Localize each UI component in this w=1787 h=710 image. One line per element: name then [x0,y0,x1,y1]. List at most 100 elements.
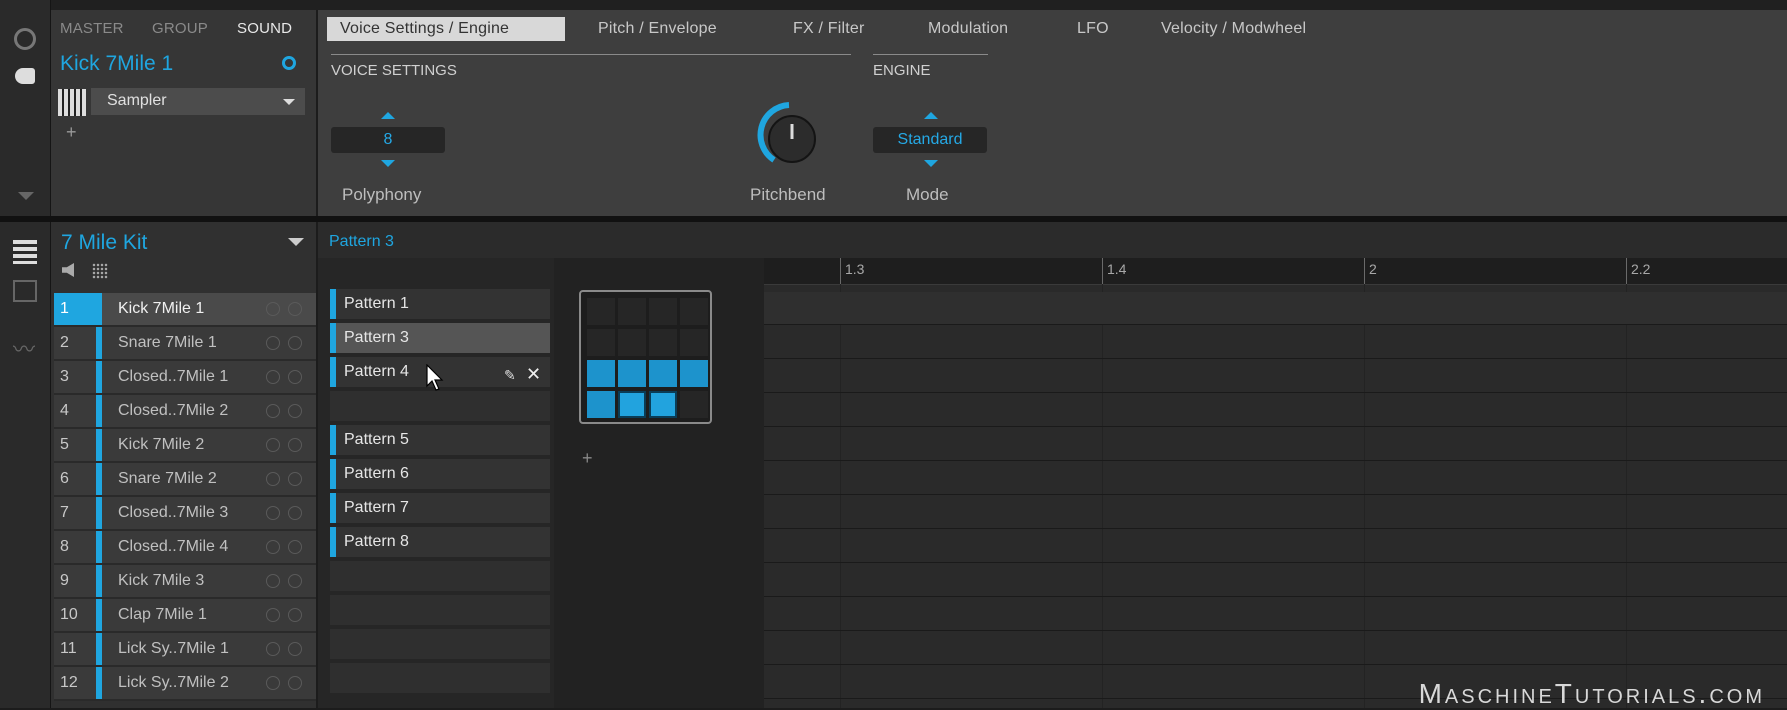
empty-pattern-slot[interactable] [330,595,550,628]
power-icon[interactable] [288,608,302,622]
sound-slot[interactable]: 9 Kick 7Mile 3 [54,565,316,599]
group-menu-chevron-icon[interactable] [288,238,304,246]
tab-master[interactable]: MASTER [60,20,124,37]
pattern-slot[interactable]: Pattern 3 [330,323,550,356]
power-icon[interactable] [288,676,302,690]
group-view-icon[interactable] [13,240,37,264]
pattern-bank-cell[interactable] [587,391,615,418]
empty-pattern-slot[interactable] [330,561,550,594]
pattern-bank-cell[interactable] [587,360,615,387]
pattern-slot[interactable]: Pattern 6 [330,459,550,492]
pattern-bank-cell[interactable] [649,298,677,325]
power-icon[interactable] [288,506,302,520]
sound-slot[interactable]: 10 Clap 7Mile 1 [54,599,316,633]
pattern-bank-cell[interactable] [587,329,615,356]
tab-group[interactable]: GROUP [152,20,208,37]
tab-fx-filter[interactable]: FX / Filter [793,20,865,38]
power-icon[interactable] [288,404,302,418]
tab-modulation[interactable]: Modulation [928,20,1008,38]
power-icon[interactable] [288,302,302,316]
mode-up-arrow[interactable] [924,112,938,119]
browser-icon[interactable] [14,28,36,50]
tab-velocity-modwheel[interactable]: Velocity / Modwheel [1161,20,1306,38]
pattern-bank-cell[interactable] [587,298,615,325]
empty-pattern-slot[interactable] [330,663,550,696]
close-icon[interactable]: ✕ [526,364,541,385]
power-icon[interactable] [288,574,302,588]
collapse-icon[interactable] [18,192,34,200]
polyphony-down-arrow[interactable] [381,160,395,167]
selected-lane[interactable] [764,292,1787,324]
add-plugin-button[interactable]: + [66,122,77,143]
sound-slot[interactable]: 8 Closed..7Mile 4 [54,531,316,565]
pattern-bank-cell[interactable] [680,329,708,356]
plugin-icon[interactable] [15,68,35,84]
power-icon[interactable] [288,472,302,486]
power-icon[interactable] [288,336,302,350]
pattern-bank-cell[interactable] [649,391,677,418]
edit-icon[interactable]: ✎ [504,367,516,384]
mute-icon[interactable] [266,574,280,588]
group-name[interactable]: 7 Mile Kit [61,231,147,255]
pattern-bank-cell[interactable] [618,391,646,418]
search-icon[interactable] [282,56,296,70]
power-icon[interactable] [288,438,302,452]
sound-slot[interactable]: 12 Lick Sy..7Mile 2 [54,667,316,701]
pattern-bank-cell[interactable] [649,360,677,387]
polyphony-up-arrow[interactable] [381,112,395,119]
pattern-slot[interactable]: Pattern 5 [330,425,550,458]
empty-pattern-slot[interactable] [330,629,550,662]
mute-icon[interactable] [266,472,280,486]
pattern-bank-cell[interactable] [618,298,646,325]
pattern-bank[interactable] [579,290,712,424]
power-icon[interactable] [288,370,302,384]
sound-name[interactable]: Kick 7Mile 1 [60,52,173,76]
sound-slot[interactable]: 6 Snare 7Mile 2 [54,463,316,497]
pitchbend-knob[interactable] [752,98,826,172]
mute-icon[interactable] [266,438,280,452]
sound-slot[interactable]: 1 Kick 7Mile 1 [54,293,316,327]
pad-grid-icon[interactable] [92,263,108,279]
sound-slot[interactable]: 7 Closed..7Mile 3 [54,497,316,531]
sound-slot[interactable]: 5 Kick 7Mile 2 [54,429,316,463]
waveform-icon[interactable]: 〰 [13,332,35,364]
plugin-slot[interactable]: Sampler [91,88,305,115]
tab-pitch-envelope[interactable]: Pitch / Envelope [598,20,717,38]
empty-pattern-slot[interactable] [330,391,550,424]
sound-slot[interactable]: 3 Closed..7Mile 1 [54,361,316,395]
mute-icon[interactable] [266,404,280,418]
sound-slot[interactable]: 11 Lick Sy..7Mile 1 [54,633,316,667]
pattern-bank-cell[interactable] [649,329,677,356]
mode-down-arrow[interactable] [924,160,938,167]
pattern-bank-cell[interactable] [618,360,646,387]
lane-divider [764,630,1787,631]
sound-slot[interactable]: 4 Closed..7Mile 2 [54,395,316,429]
tab-lfo[interactable]: LFO [1077,20,1109,38]
power-icon[interactable] [288,540,302,554]
tab-voice-settings[interactable]: Voice Settings / Engine [340,20,509,38]
mute-icon[interactable] [266,506,280,520]
add-bank-button[interactable]: + [582,448,593,469]
mute-icon[interactable] [266,676,280,690]
mute-icon[interactable] [266,370,280,384]
mixer-view-icon[interactable] [13,280,37,302]
mute-icon[interactable] [266,642,280,656]
grid-line [1364,284,1365,708]
mute-icon[interactable] [266,540,280,554]
pattern-bank-cell[interactable] [680,298,708,325]
pattern-bank-cell[interactable] [680,360,708,387]
mute-icon[interactable] [266,336,280,350]
pattern-slot[interactable]: Pattern 7 [330,493,550,526]
pattern-slot[interactable]: Pattern 1 [330,289,550,322]
pattern-slot[interactable]: Pattern 8 [330,527,550,560]
mute-icon[interactable] [266,608,280,622]
power-icon[interactable] [288,642,302,656]
pattern-bank-cell[interactable] [680,391,708,418]
polyphony-value[interactable]: 8 [331,127,445,153]
pattern-bank-cell[interactable] [618,329,646,356]
sound-slot[interactable]: 2 Snare 7Mile 1 [54,327,316,361]
mute-icon[interactable] [266,302,280,316]
piano-icon [58,89,86,116]
tab-sound[interactable]: SOUND [237,20,292,37]
mode-value[interactable]: Standard [873,127,987,153]
